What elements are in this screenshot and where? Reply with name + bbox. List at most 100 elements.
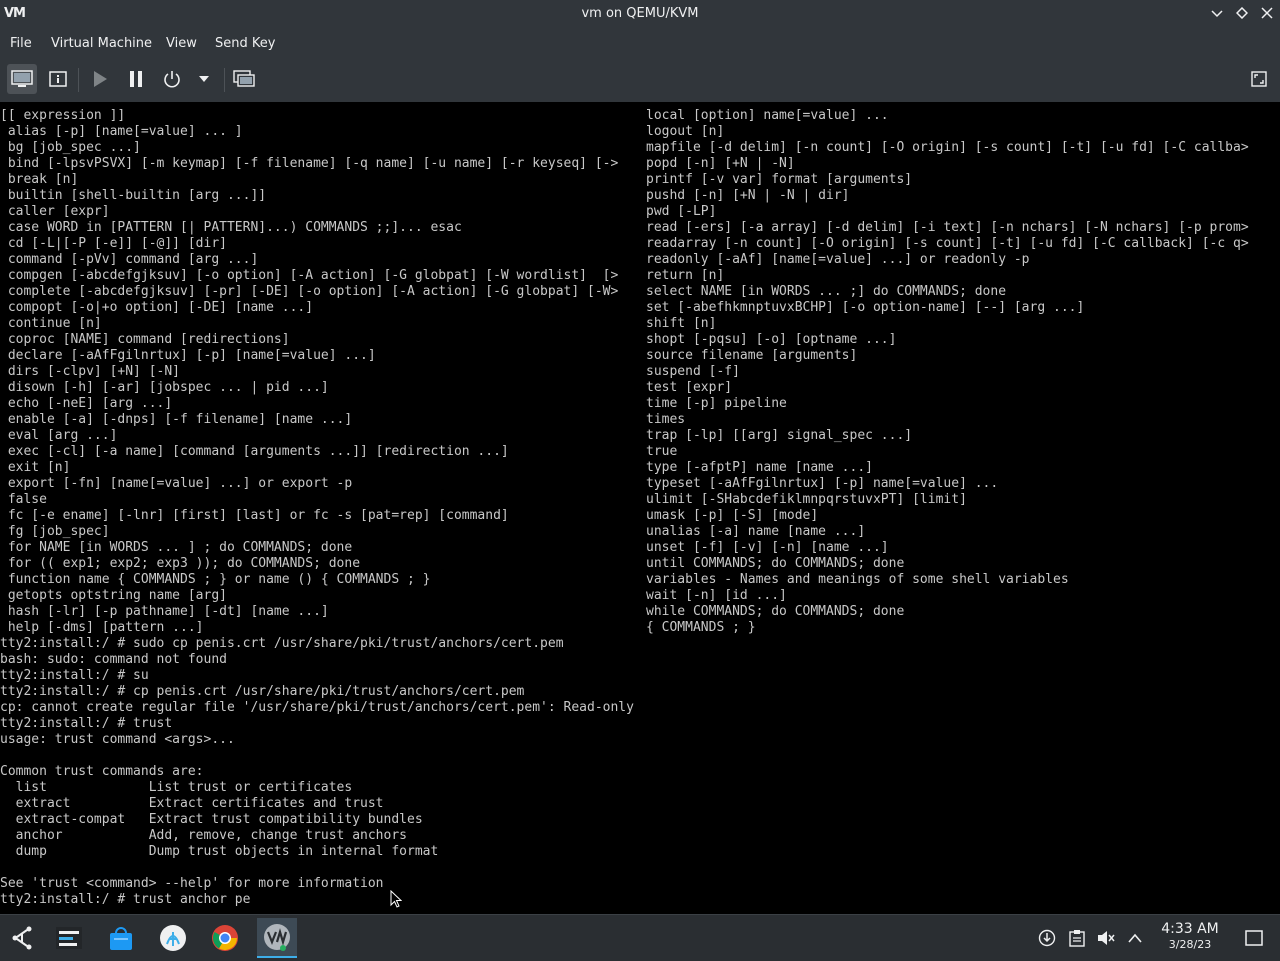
fullscreen-button[interactable] [1244,64,1274,94]
console-line: shopt [-pqsu] [-o] [optname ...] [646,332,897,347]
console-line: while COMMANDS; do COMMANDS; done [646,604,905,619]
menubar: File Virtual Machine View Send Key [0,30,1280,58]
volume-muted-icon [1098,931,1115,945]
details-icon [49,71,67,87]
console-line: ulimit [-SHabcdefiklmnpqrstuvxPT] [limit… [646,492,967,507]
console-line: for (( exp1; exp2; exp3 )); do COMMANDS;… [0,556,361,571]
console-line: read [-ers] [-a array] [-d delim] [-i te… [646,220,1249,235]
discover-store-icon [110,927,132,950]
menu-send-key[interactable]: Send Key [215,36,275,51]
console-line: complete [-abcdefgjksuv] [-pr] [-DE] [-o… [0,284,619,299]
console-line: cp: cannot create regular file '/usr/sha… [0,700,634,715]
updates-icon [1038,929,1056,947]
console-line: bg [job_spec ...] [0,140,141,155]
console-line: command [-pVv] command [arg ...] [0,252,259,267]
console-line: [[ expression ]] [0,108,126,123]
console-line: dump Dump trust objects in internal form… [0,844,439,859]
console-line: export [-fn] [name[=value] ...] or expor… [0,476,353,491]
close-button[interactable] [1256,4,1278,26]
console-line: coproc [NAME] command [redirections] [0,332,290,347]
console-line: function name { COMMANDS ; } or name () … [0,572,431,587]
menu-file[interactable]: File [10,36,32,51]
console-line: tty2:install:/ # trust [0,716,173,731]
console-line: shift [n] [646,316,717,331]
chrome-button[interactable] [205,918,245,958]
chevron-up-icon [1128,933,1142,943]
console-line: mapfile [-d delim] [-n count] [-O origin… [646,140,1249,155]
console-line: popd [-n] [+N | -N] [646,156,795,171]
toolbar [0,58,1280,103]
snapshots-button[interactable] [229,64,259,94]
console-line: cd [-L|[-P [-e]] [-@]] [dir] [0,236,227,251]
menu-virtual-machine[interactable]: Virtual Machine [51,36,152,51]
app-launcher-button[interactable] [2,918,42,958]
console-line: variables - Names and meanings of some s… [646,572,1069,587]
console-line: readonly [-aAf] [name[=value] ...] or re… [646,252,1030,267]
vm-console[interactable]: [[ expression ]] alias [-p] [name[=value… [0,102,1280,914]
details-view-button[interactable] [43,64,73,94]
window-title: vm on QEMU/KVM [581,6,699,21]
console-line: wait [-n] [id ...] [646,588,787,603]
discover-store-button[interactable] [101,918,141,958]
console-line: for NAME [in WORDS ... ] ; do COMMANDS; … [0,540,353,555]
console-line: usage: trust command <args>... [0,732,235,747]
console-line: source filename [arguments] [646,348,858,363]
console-line: pushd [-n] [+N | -N | dir] [646,188,850,203]
console-line: unset [-f] [-v] [-n] [name ...] [646,540,889,555]
task-manager-button[interactable] [49,918,89,958]
console-line: exit [n] [0,460,71,475]
volume-tray-button[interactable] [1095,927,1117,949]
maximize-button[interactable] [1231,4,1253,26]
console-line: echo [-neE] [arg ...] [0,396,173,411]
console-line: See 'trust <command> --help' for more in… [0,876,384,891]
virt-manager-icon [264,924,290,951]
pause-icon [130,71,142,87]
console-line: unalias [-a] name [name ...] [646,524,866,539]
console-line: continue [n] [0,316,102,331]
console-line: declare [-aAfFgilnrtux] [-p] [name[=valu… [0,348,376,363]
console-line: alias [-p] [name[=value] ... ] [0,124,243,139]
console-line: hash [-lr] [-p pathname] [-dt] [name ...… [0,604,329,619]
clipboard-icon [1069,930,1085,947]
tray-expand-button[interactable] [1124,927,1146,949]
console-line: break [n] [0,172,79,187]
shutdown-button[interactable] [157,64,187,94]
console-line: extract Extract certificates and trust [0,796,384,811]
console-view-button[interactable] [7,64,37,94]
console-line: builtin [shell-builtin [arg ...]] [0,188,267,203]
app-icon [160,925,186,951]
console-line: type [-afptP] name [name ...] [646,460,873,475]
console-left-column: [[ expression ]] alias [-p] [name[=value… [0,108,640,908]
power-menu-chevron-icon [199,76,209,82]
console-line: test [expr] [646,380,733,395]
power-icon [164,71,180,88]
virt-manager-task-button[interactable] [257,918,297,958]
console-line: until COMMANDS; do COMMANDS; done [646,556,905,571]
menu-view[interactable]: View [166,36,197,51]
fullscreen-icon [1251,71,1267,87]
shutdown-menu-button[interactable] [189,64,219,94]
console-line: bind [-lpsvPSVX] [-m keymap] [-f filenam… [0,156,619,171]
minimize-button[interactable] [1206,4,1228,26]
console-line: typeset [-aAfFgilnrtux] [-p] name[=value… [646,476,999,491]
console-line: fg [job_spec] [0,524,110,539]
console-line: select NAME [in WORDS ... ;] do COMMANDS… [646,284,1007,299]
show-desktop-button[interactable] [1243,927,1265,949]
task-manager-icon [56,927,82,949]
clipboard-tray-button[interactable] [1066,927,1088,949]
app-button[interactable] [153,918,193,958]
console-line: extract-compat Extract trust compatibili… [0,812,423,827]
clock[interactable]: 4:33 AM 3/28/23 [1150,921,1230,951]
run-button[interactable] [85,64,115,94]
pause-button[interactable] [121,64,151,94]
console-line: local [option] name[=value] ... [646,108,889,123]
chevron-down-icon [1211,10,1223,18]
console-line: getopts optstring name [arg] [0,588,227,603]
run-icon [94,71,107,87]
console-line: tty2:install:/ # trust anchor pe [0,892,251,907]
updates-tray-button[interactable] [1036,927,1058,949]
taskbar: 4:33 AM 3/28/23 [0,914,1280,961]
console-line: false [0,492,47,507]
console-line: Common trust commands are: [0,764,204,779]
chrome-icon [212,925,238,951]
